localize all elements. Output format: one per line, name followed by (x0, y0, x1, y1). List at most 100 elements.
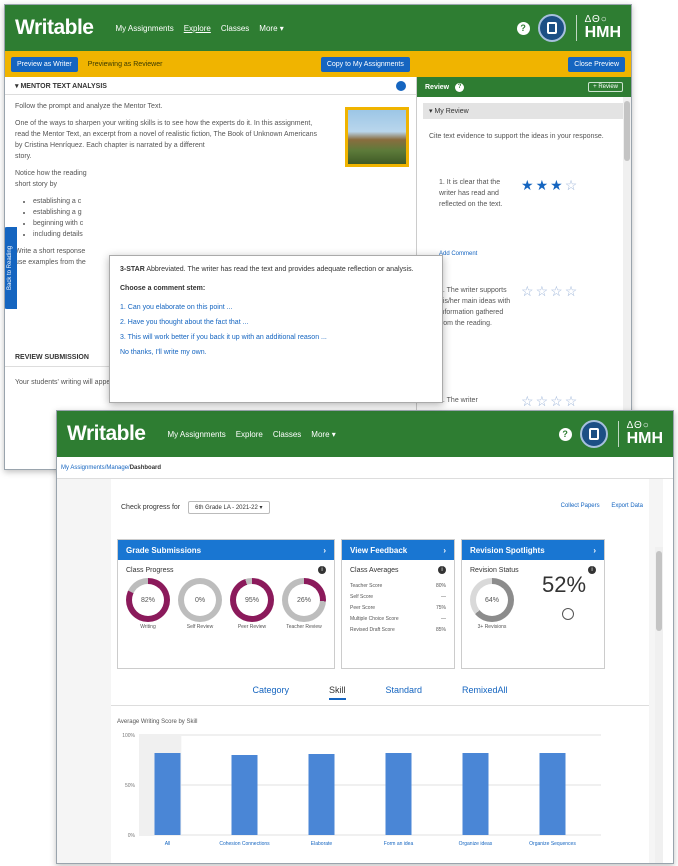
cite-instructions: Cite text evidence to support the ideas … (429, 133, 604, 140)
writable-logo[interactable]: Writable (15, 16, 94, 40)
tab-category[interactable]: Category (252, 685, 289, 700)
view-feedback-header[interactable]: View Feedback › (342, 540, 454, 560)
my-review-toggle[interactable]: ▾ My Review (423, 103, 625, 119)
mentor-paragraph: Follow the prompt and analyze the Mentor… (15, 103, 163, 110)
info-icon[interactable] (396, 80, 406, 91)
revision-percent: 52% (542, 572, 587, 597)
star-icon[interactable]: ★ (521, 177, 536, 193)
breadcrumb-my-assignments[interactable]: My Assignments (61, 465, 105, 471)
avg-row: Multiple Choice Score — (350, 615, 446, 622)
skill-bar-chart: 0% 50% 100% All Cohesion Connections Elaborat… (122, 733, 601, 847)
add-review-button[interactable]: + Review (588, 82, 623, 92)
choose-stem-heading: Choose a comment stem: (120, 285, 206, 292)
class-select[interactable]: 6th Grade LA - 2021-22 (188, 501, 270, 514)
comment-stem-1[interactable]: 1. Can you elaborate on this point ... (120, 304, 432, 311)
avg-row: Revised Draft Score 85% (350, 626, 446, 633)
help-icon[interactable]: ? (455, 82, 465, 92)
avatar[interactable] (537, 14, 566, 42)
bar[interactable] (539, 753, 566, 835)
ring-label: Self Review (186, 624, 214, 630)
tab-skill[interactable]: Skill (328, 685, 346, 700)
comment-stem-3[interactable]: 3. This will work better if you back it … (120, 334, 432, 341)
mentor-paragraph: One of the ways to sharpen your writing … (15, 120, 318, 149)
progress-ring: 95% (230, 578, 274, 622)
bar[interactable] (385, 753, 412, 835)
tab-standard[interactable]: Standard (386, 685, 423, 700)
progress-ring-2[interactable]: 95% Peer Review (228, 578, 276, 630)
nav-my-assignments[interactable]: My Assignments (167, 430, 225, 439)
help-icon[interactable]: ? (558, 427, 572, 441)
export-data-link[interactable]: Export Data (611, 503, 643, 509)
add-comment-link[interactable]: Add Comment (439, 251, 477, 257)
grade-submissions-card: Grade Submissions › Class Progress i 82%… (117, 539, 335, 669)
nav-classes[interactable]: Classes (221, 24, 249, 33)
grade-submissions-header[interactable]: Grade Submissions › (118, 540, 334, 560)
list-item: establishing a g (33, 207, 325, 218)
avatar[interactable] (579, 420, 608, 448)
write-own-link[interactable]: No thanks, I'll write my own. (120, 349, 432, 356)
star-icon[interactable]: ☆ (550, 393, 565, 409)
y-tick-label: 0% (128, 833, 136, 839)
tab-remixed-all[interactable]: RemixedAll (462, 685, 508, 700)
star-rating-3[interactable]: ☆☆☆☆ (521, 393, 579, 410)
info-icon[interactable]: i (318, 566, 326, 574)
progress-ring-3[interactable]: 26% Teacher Review (280, 578, 328, 630)
nav-my-assignments[interactable]: My Assignments (115, 24, 173, 33)
chart-title: Average Writing Score by Skill (117, 719, 198, 725)
back-to-reading-tab[interactable]: Back to Reading (5, 227, 17, 309)
ring-value: 82% (132, 584, 164, 616)
mentor-section-header[interactable]: ▾ MENTOR TEXT ANALYSIS (5, 77, 416, 95)
star-icon[interactable]: ☆ (565, 393, 580, 409)
writable-logo[interactable]: Writable (67, 422, 146, 446)
card-title: Grade Submissions (126, 545, 202, 555)
breadcrumb-manage[interactable]: Manage (106, 465, 128, 471)
collect-papers-link[interactable]: Collect Papers (561, 503, 600, 509)
breakdown-tabs: Category Skill Standard RemixedAll (111, 685, 649, 700)
chevron-right-icon: › (593, 545, 596, 555)
progress-ring-1[interactable]: 0% Self Review (176, 578, 224, 630)
nav-more[interactable]: More (259, 24, 283, 33)
nav-more[interactable]: More (311, 430, 335, 439)
comment-stem-2[interactable]: 2. Have you thought about the fact that … (120, 319, 432, 326)
revision-spotlights-header[interactable]: Revision Spotlights › (462, 540, 604, 560)
info-icon[interactable]: i (438, 566, 446, 574)
copy-to-assignments-button[interactable]: Copy to My Assignments (320, 56, 410, 72)
star-icon[interactable]: ☆ (565, 177, 580, 193)
preview-as-writer-button[interactable]: Preview as Writer (11, 56, 78, 72)
progress-ring-0[interactable]: 82% Writing (124, 578, 172, 630)
badge-icon (588, 428, 599, 440)
card-subtitle: Class Averages (350, 566, 399, 574)
revision-ring[interactable]: 64% 3+ Revisions (468, 578, 516, 630)
mentor-bullet-list: establishing a c establishing a g beginn… (15, 196, 325, 240)
star-icon[interactable]: ☆ (536, 283, 551, 299)
ring-label: Peer Review (237, 624, 267, 630)
ring-label: Writing (140, 624, 156, 630)
nav-classes[interactable]: Classes (273, 430, 301, 439)
star-icon[interactable]: ★ (536, 177, 551, 193)
star-rating-1[interactable]: ★★★☆ (521, 177, 579, 194)
review-title: Review (425, 83, 450, 91)
close-preview-button[interactable]: Close Preview (568, 56, 626, 72)
help-icon[interactable]: ? (516, 21, 530, 35)
star-icon[interactable]: ☆ (536, 393, 551, 409)
dashboard-window: Writable My Assignments Explore Classes … (56, 410, 674, 864)
info-icon[interactable]: i (588, 566, 596, 574)
bar[interactable] (308, 754, 335, 835)
star-icon[interactable]: ☆ (550, 283, 565, 299)
breadcrumb: My Assignments / Manage / Dashboard (57, 457, 673, 479)
dashboard-scrollbar[interactable] (655, 547, 663, 863)
bar[interactable] (231, 755, 258, 835)
star-icon[interactable]: ☆ (521, 393, 536, 409)
nav-explore[interactable]: Explore (184, 24, 211, 33)
bar[interactable] (462, 753, 489, 835)
star-icon[interactable]: ☆ (565, 283, 580, 299)
mentor-text-image[interactable] (345, 107, 409, 167)
star-icon[interactable]: ☆ (521, 283, 536, 299)
progress-ring: 26% (282, 578, 326, 622)
star-icon[interactable]: ★ (550, 177, 565, 193)
bar[interactable] (154, 753, 181, 835)
card-subtitle: Class Progress (126, 566, 174, 574)
list-item: beginning with c (33, 218, 325, 229)
nav-explore[interactable]: Explore (236, 430, 263, 439)
star-rating-2[interactable]: ☆☆☆☆ (521, 283, 579, 300)
